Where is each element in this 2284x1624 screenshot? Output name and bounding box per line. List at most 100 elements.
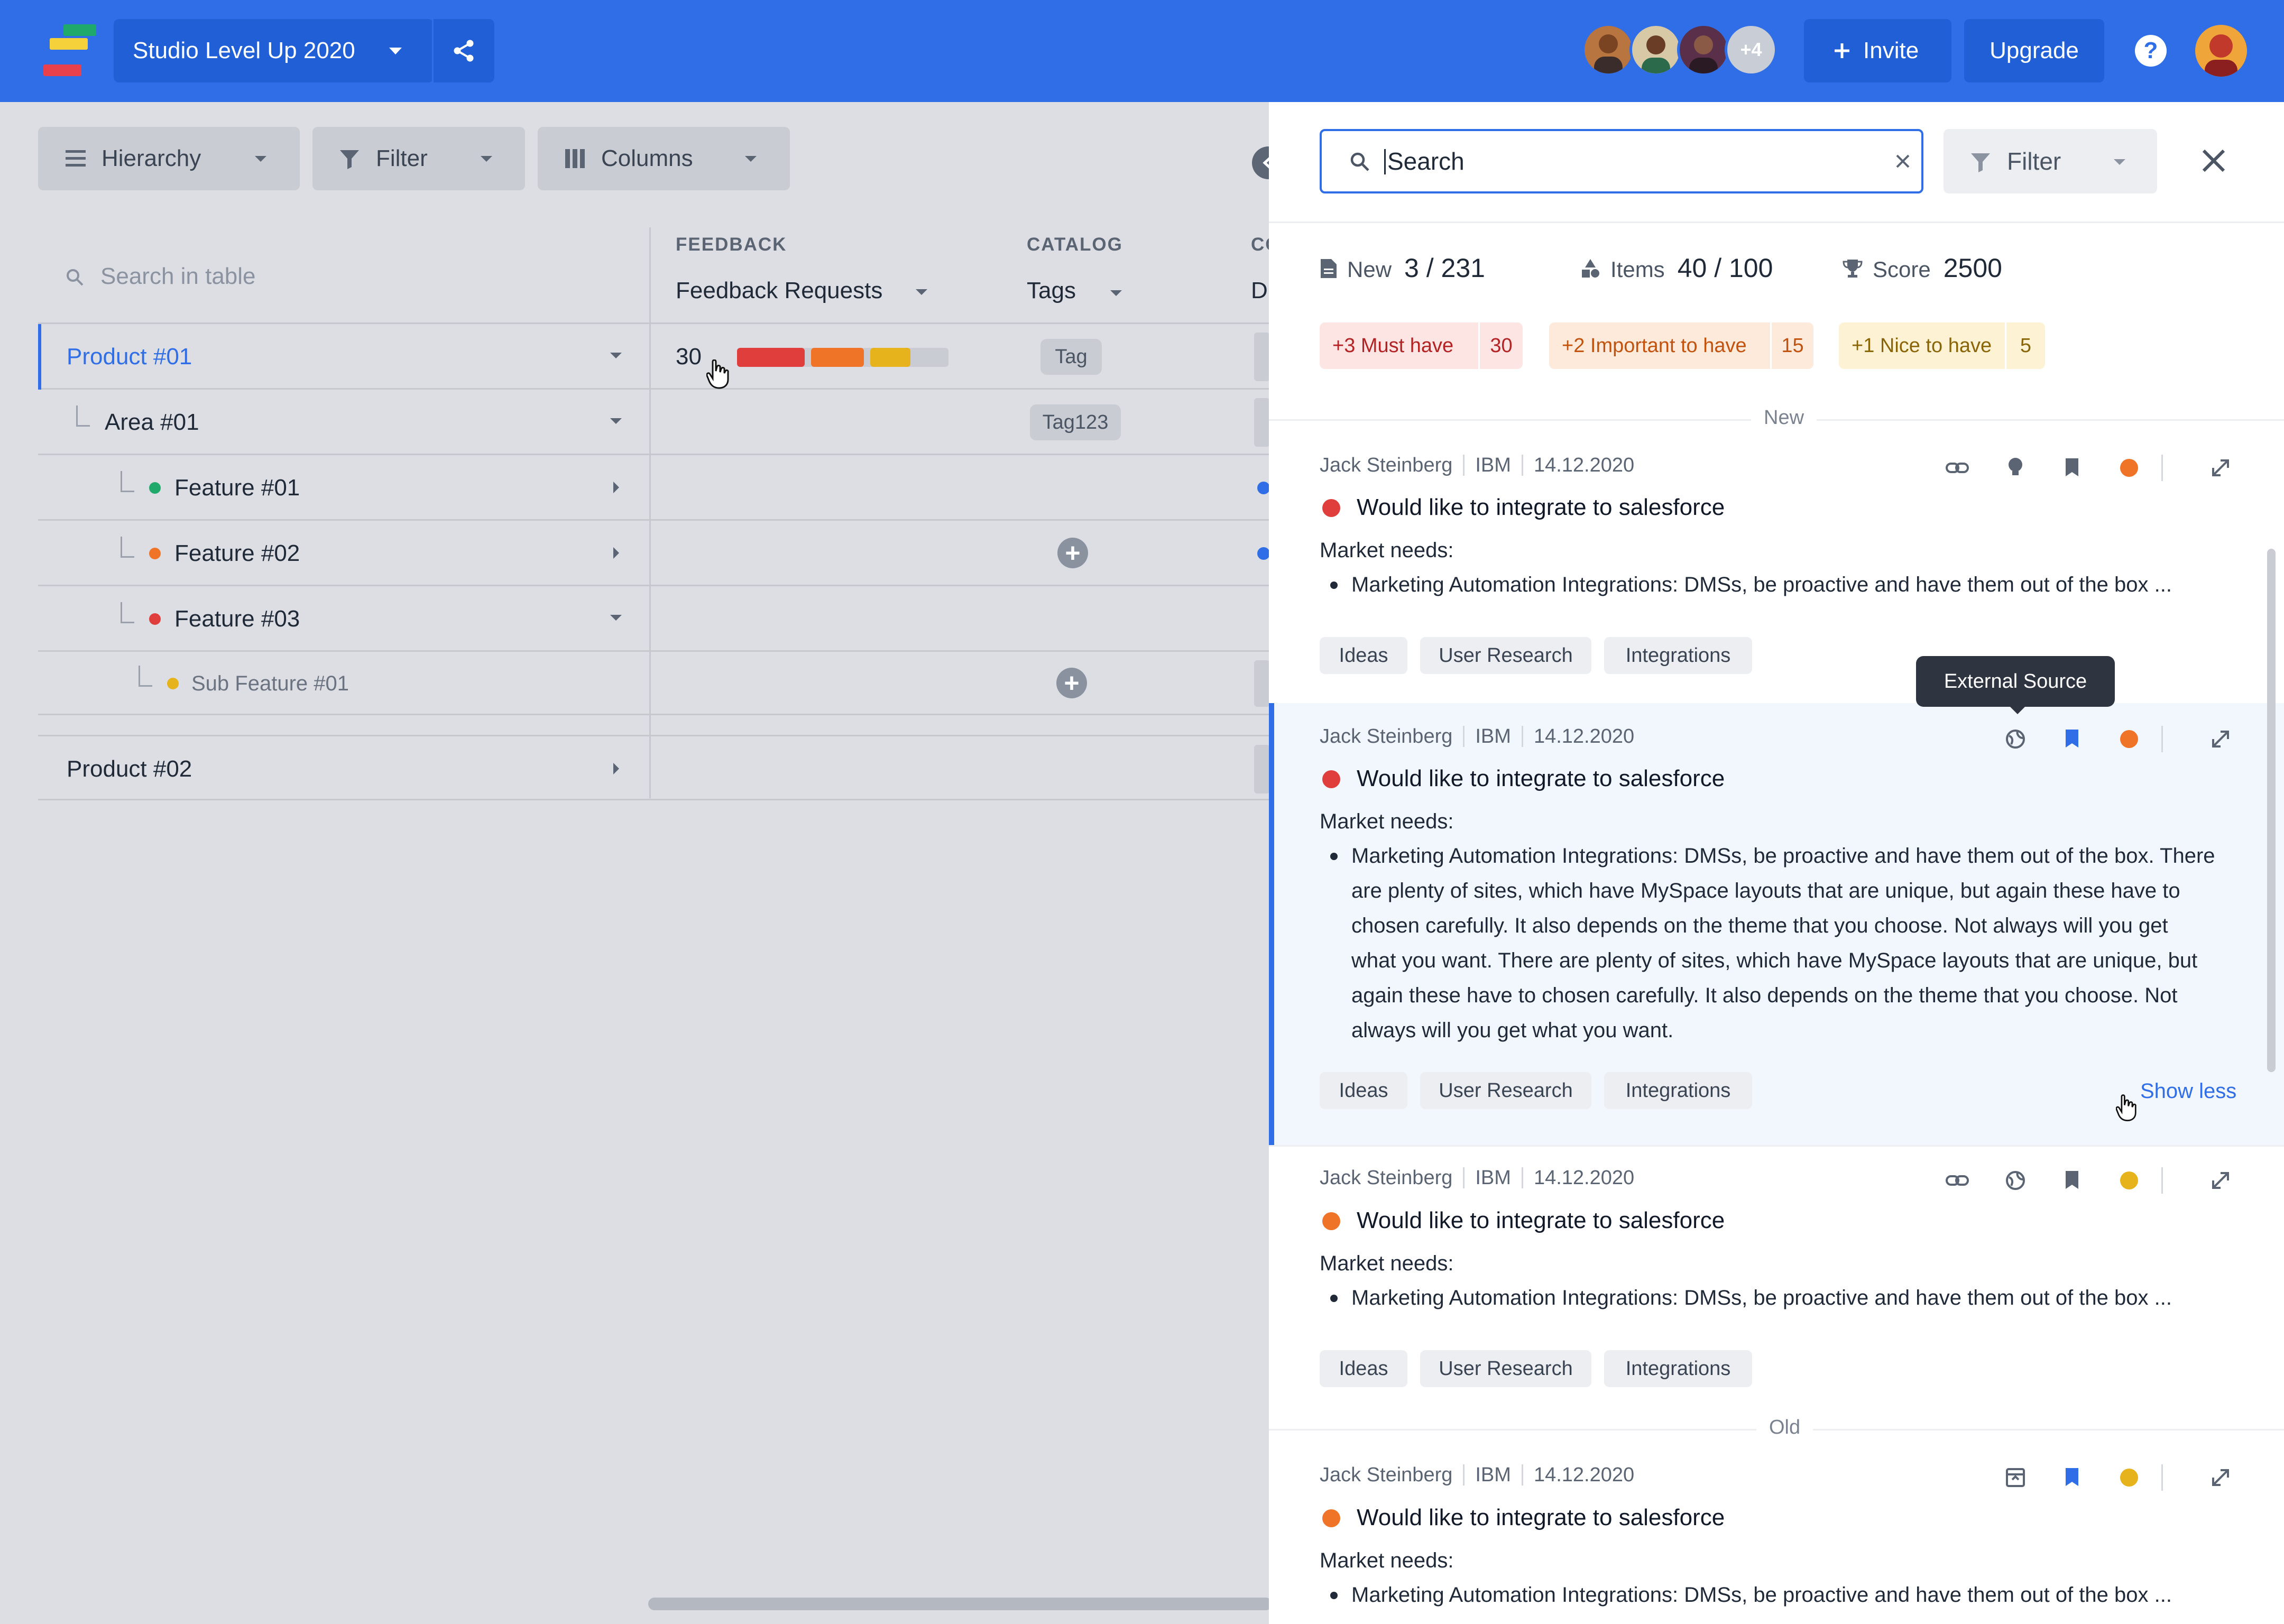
chevron-down-icon[interactable] [609,417,623,425]
column-feedback-requests[interactable]: Feedback Requests [676,278,882,304]
priority-nice-to-have[interactable]: +1 Nice to have 5 [1839,322,2045,369]
chevron-right-icon[interactable] [612,546,620,560]
card-title[interactable]: Would like to integrate to salesforce [1357,1207,1725,1234]
expand-icon[interactable] [2210,452,2231,484]
column-tags[interactable]: Tags [1027,278,1076,304]
row-label[interactable]: Product #01 [67,324,192,390]
project-selector[interactable]: Studio Level Up 2020 [114,19,434,82]
table-row[interactable]: Product #01 30 Tag [38,324,1270,390]
chevron-right-icon[interactable] [612,481,620,494]
chevron-down-icon[interactable] [1109,289,1123,297]
author[interactable]: Jack Steinberg [1320,454,1452,477]
tag-chip[interactable]: Tag123 [1030,404,1121,440]
feedback-card[interactable]: Jack Steinberg IBM 14.12.2020 Would like t… [1269,1445,2284,1624]
table-row[interactable]: Product #02 [38,735,1270,800]
card-tag[interactable]: User Research [1420,1350,1591,1387]
priority-dot[interactable] [2120,1469,2138,1487]
app-logo[interactable] [43,24,96,76]
table-row[interactable]: Feature #02 + [38,521,1270,586]
bookmark-icon[interactable] [2063,452,2081,484]
bookmark-icon[interactable] [2063,1165,2081,1196]
card-tag[interactable]: Integrations [1604,637,1752,674]
card-title[interactable]: Would like to integrate to salesforce [1357,494,1725,521]
card-tag[interactable]: User Research [1420,637,1591,674]
table-row[interactable]: Feature #01 [38,455,1270,521]
cell-chip[interactable] [1254,660,1270,707]
author[interactable]: Jack Steinberg [1320,725,1452,748]
chevron-down-icon[interactable] [609,614,623,622]
clear-icon[interactable] [1893,151,1913,171]
upgrade-button[interactable]: Upgrade [1964,19,2104,82]
priority-dot[interactable] [2120,459,2138,477]
tag-chip[interactable]: Tag [1040,339,1102,375]
priority-must-have[interactable]: +3 Must have 30 [1320,322,1523,369]
expand-icon[interactable] [2210,723,2231,755]
priority-dot[interactable] [2120,1171,2138,1189]
columns-dropdown[interactable]: Columns [538,127,790,190]
avatar[interactable] [1582,23,1635,76]
filter-dropdown[interactable]: Filter [312,127,525,190]
close-icon[interactable] [2199,146,2228,175]
company[interactable]: IBM [1475,1464,1511,1487]
bar-segment-important[interactable] [811,348,864,367]
card-tag[interactable]: Integrations [1604,1350,1752,1387]
company[interactable]: IBM [1475,1167,1511,1189]
cell-chip[interactable] [1254,745,1270,793]
globe-icon[interactable] [2005,723,2026,755]
table-row[interactable]: Sub Feature #01 + [38,652,1270,715]
bar-segment-nice[interactable] [870,348,910,367]
add-tag-button[interactable]: + [1057,538,1088,568]
row-label[interactable]: Feature #03 [174,586,300,652]
horizontal-scrollbar[interactable] [648,1598,1272,1610]
expand-icon[interactable] [2210,1165,2231,1196]
card-tag[interactable]: Integrations [1604,1072,1752,1109]
cell-chip[interactable] [1254,333,1270,381]
user-avatar[interactable] [2195,25,2247,77]
card-tag[interactable]: Ideas [1320,1072,1407,1109]
cell-chip[interactable] [1254,398,1270,447]
share-button[interactable] [434,19,494,82]
globe-icon[interactable] [2005,1165,2026,1196]
author[interactable]: Jack Steinberg [1320,1464,1452,1487]
invite-button[interactable]: Invite [1804,19,1951,82]
chevron-down-icon[interactable] [609,352,623,359]
table-search-input[interactable]: Search in table [100,263,256,290]
priority-important[interactable]: +2 Important to have 15 [1549,322,1813,369]
chevron-right-icon[interactable] [612,762,620,776]
row-label[interactable]: Product #02 [67,736,192,802]
show-less-link[interactable]: Show less [2140,1079,2236,1103]
row-label[interactable]: Feature #01 [174,455,300,521]
archive-icon[interactable] [2005,1462,2026,1493]
row-label[interactable]: Area #01 [105,390,199,455]
lightbulb-icon[interactable] [2005,452,2026,484]
company[interactable]: IBM [1475,454,1511,477]
table-row[interactable]: Area #01 Tag123 [38,390,1270,455]
card-tag[interactable]: Ideas [1320,637,1407,674]
row-label[interactable]: Feature #02 [174,521,300,586]
link-icon[interactable] [1946,452,1969,484]
hierarchy-dropdown[interactable]: Hierarchy [38,127,300,190]
column-d[interactable]: D [1251,278,1268,304]
panel-filter-dropdown[interactable]: Filter [1944,129,2157,193]
card-tag[interactable]: User Research [1420,1072,1591,1109]
avatar[interactable] [1677,23,1730,76]
more-avatars-badge[interactable]: +4 [1725,23,1778,76]
avatar[interactable] [1629,23,1682,76]
expand-icon[interactable] [2210,1462,2231,1493]
card-title[interactable]: Would like to integrate to salesforce [1357,1505,1725,1531]
card-tag[interactable]: Ideas [1320,1350,1407,1387]
help-icon[interactable]: ? [2135,35,2167,67]
row-label[interactable]: Sub Feature #01 [191,652,349,715]
author[interactable]: Jack Steinberg [1320,1167,1452,1189]
panel-search-input[interactable]: Search [1320,129,1923,193]
bar-segment-must[interactable] [737,348,805,367]
table-row[interactable]: Feature #03 [38,586,1270,652]
company[interactable]: IBM [1475,725,1511,748]
link-icon[interactable] [1946,1165,1969,1196]
bookmark-icon[interactable] [2063,1462,2081,1493]
chevron-down-icon[interactable] [915,288,928,296]
add-tag-button[interactable]: + [1056,668,1087,698]
bookmark-icon[interactable] [2063,723,2081,755]
priority-dot[interactable] [2120,730,2138,748]
feedback-card-expanded[interactable]: Jack Steinberg IBM 14.12.2020 Would like t… [1269,703,2284,1145]
